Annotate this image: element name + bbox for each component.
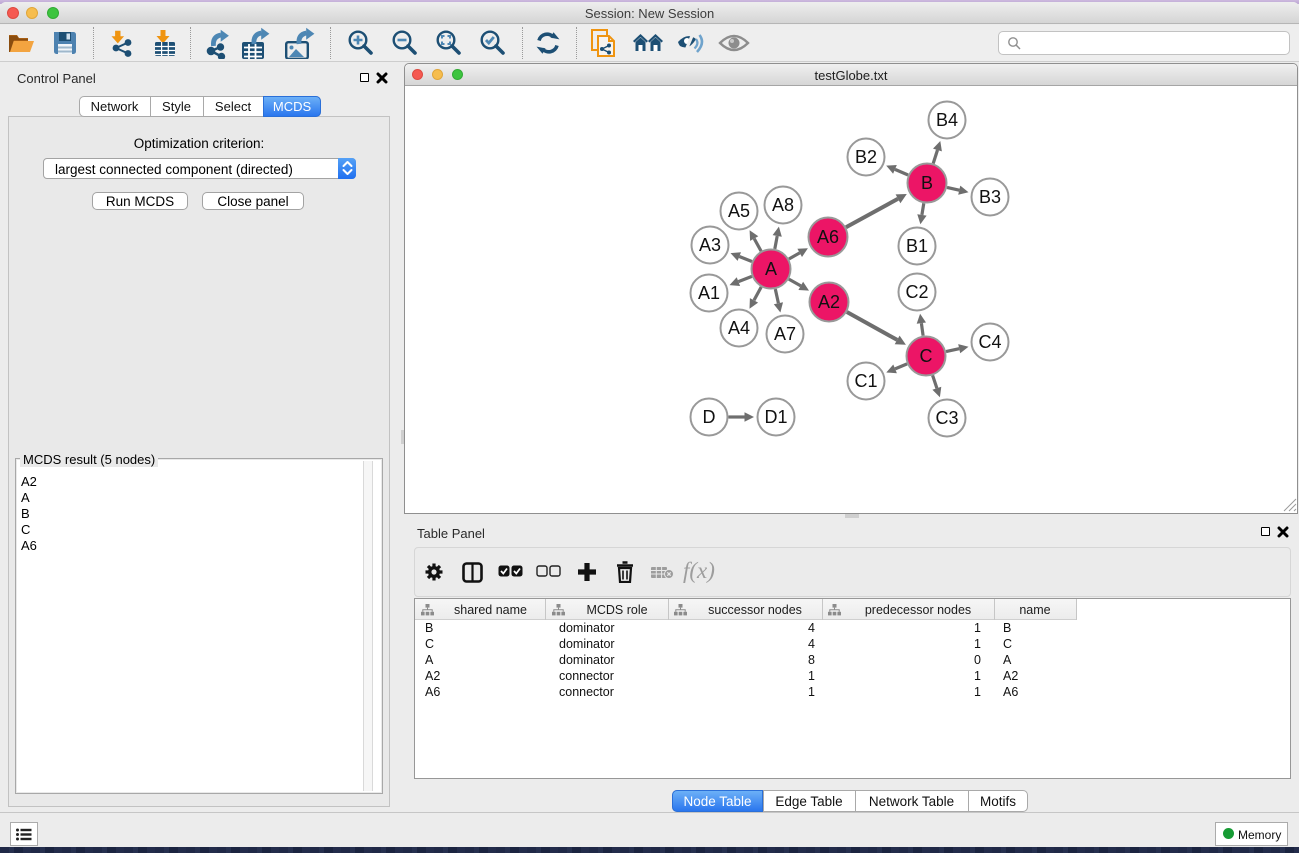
svg-text:A: A [765,259,777,279]
svg-text:A4: A4 [728,318,750,338]
svg-text:B4: B4 [936,110,958,130]
svg-text:A6: A6 [817,227,839,247]
svg-text:D: D [703,407,716,427]
svg-text:A1: A1 [698,283,720,303]
svg-text:A7: A7 [774,324,796,344]
svg-text:B: B [921,173,933,193]
svg-text:C4: C4 [978,332,1001,352]
svg-text:B1: B1 [906,236,928,256]
svg-text:C: C [920,346,933,366]
svg-text:C3: C3 [935,408,958,428]
svg-text:C2: C2 [905,282,928,302]
svg-text:A2: A2 [818,292,840,312]
svg-text:B2: B2 [855,147,877,167]
svg-text:B3: B3 [979,187,1001,207]
svg-text:A3: A3 [699,235,721,255]
svg-text:A8: A8 [772,195,794,215]
svg-text:A5: A5 [728,201,750,221]
svg-text:C1: C1 [854,371,877,391]
svg-text:D1: D1 [764,407,787,427]
